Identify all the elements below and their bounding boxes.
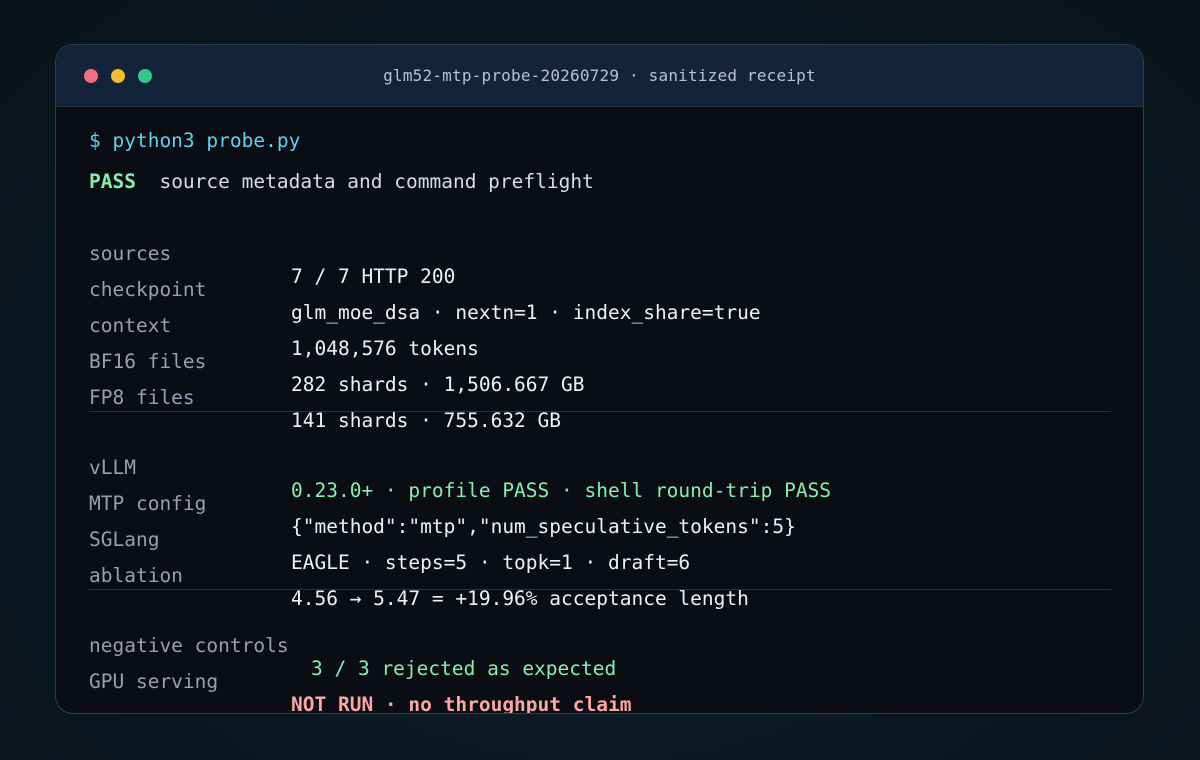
status-line: PASS source metadata and command preflig… xyxy=(89,170,594,193)
row-value: NOT RUN · no throughput claim xyxy=(291,693,632,714)
row-value: 4.56 → 5.47 = +19.96% acceptance length xyxy=(291,587,749,610)
section-divider xyxy=(89,411,1111,412)
row-negative-controls: negative controls 3 / 3 rejected as expe… xyxy=(89,611,1109,680)
title-bar: glm52-mtp-probe-20260729 · sanitized rec… xyxy=(56,45,1143,107)
row-mtp-config: MTP config {"method":"mtp","num_speculat… xyxy=(89,469,1109,538)
section-divider xyxy=(89,589,1111,590)
row-bf16-files: BF16 files 282 shards · 1,506.667 GB xyxy=(89,327,1109,396)
row-sglang: SGLang EAGLE · steps=5 · topk=1 · draft=… xyxy=(89,505,1109,574)
row-key: FP8 files xyxy=(89,386,195,409)
row-value: 141 shards · 755.632 GB xyxy=(291,409,562,432)
row-checkpoint: checkpoint glm_moe_dsa · nextn=1 · index… xyxy=(89,255,1109,324)
row-sources: sources 7 / 7 HTTP 200 xyxy=(89,219,1109,288)
row-context: context 1,048,576 tokens xyxy=(89,291,1109,360)
row-fp8-files: FP8 files 141 shards · 755.632 GB xyxy=(89,363,1109,432)
pass-badge: PASS xyxy=(89,170,136,193)
row-key: ablation xyxy=(89,564,183,587)
window-title: glm52-mtp-probe-20260729 · sanitized rec… xyxy=(383,66,816,85)
terminal-window: glm52-mtp-probe-20260729 · sanitized rec… xyxy=(55,44,1144,714)
status-text: source metadata and command preflight xyxy=(159,170,594,193)
row-key: GPU serving xyxy=(89,670,219,693)
command-line: $ python3 probe.py xyxy=(89,129,301,152)
row-ablation: ablation 4.56 → 5.47 = +19.96% acceptanc… xyxy=(89,541,1109,610)
row-gpu-serving: GPU serving NOT RUN · no throughput clai… xyxy=(89,647,1109,713)
row-vllm: vLLM 0.23.0+ · profile PASS · shell roun… xyxy=(89,433,1109,502)
